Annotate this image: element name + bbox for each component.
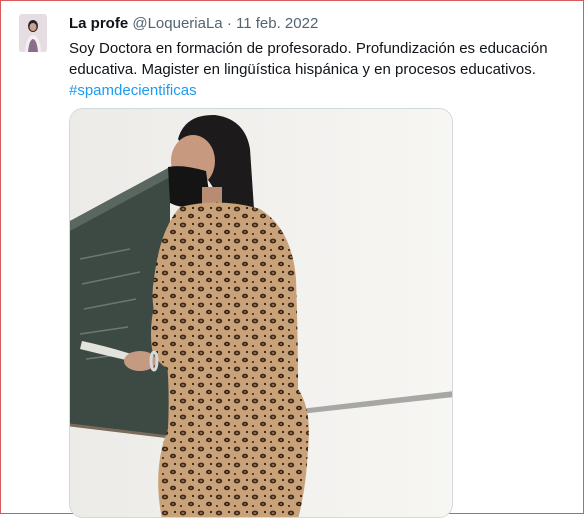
tweet-text-line: educativa. Magister en lingüística hispá… xyxy=(69,61,536,78)
tweet-header: La profe @LoqueriaLa · 11 feb. 2022 xyxy=(69,14,318,34)
tweet-media[interactable] xyxy=(69,108,453,518)
hashtag-link[interactable]: #spamdecientificas xyxy=(69,80,569,101)
tweet-text: Soy Doctora en formación de profesorado.… xyxy=(69,38,569,101)
media-photo xyxy=(70,109,452,517)
avatar-photo xyxy=(19,14,47,52)
tweet-date[interactable]: 11 feb. 2022 xyxy=(236,15,318,32)
author-handle[interactable]: @LoqueriaLa xyxy=(132,15,222,32)
separator-dot: · xyxy=(226,15,232,32)
author-name[interactable]: La profe xyxy=(69,15,128,32)
tweet-text-line: Soy Doctora en formación de profesorado.… xyxy=(69,40,548,57)
author-avatar[interactable] xyxy=(19,14,47,52)
